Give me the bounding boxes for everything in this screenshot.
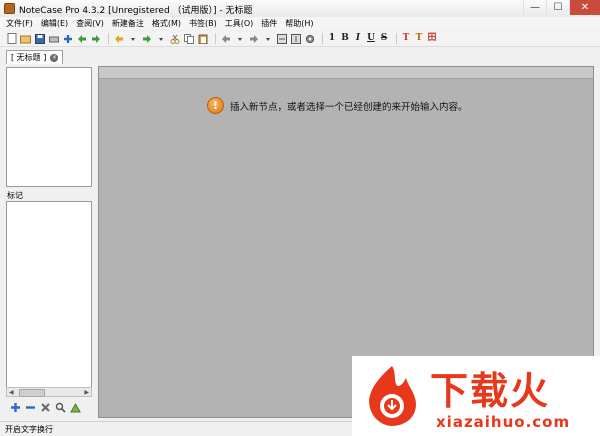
node-tree[interactable] [6, 67, 92, 187]
app-icon [4, 3, 15, 14]
flame-logo-icon [369, 366, 416, 426]
warning-icon: ! [207, 97, 224, 114]
close-button[interactable]: ✕ [569, 0, 600, 15]
remove-tag-icon[interactable] [25, 402, 36, 416]
move-left-dropdown-icon[interactable] [234, 33, 245, 44]
bold-button[interactable]: B [340, 33, 350, 44]
undo-dropdown-icon[interactable] [127, 33, 138, 44]
export-icon[interactable] [276, 33, 287, 44]
tags-label: 标记 [7, 191, 23, 200]
underline-button[interactable]: U [366, 33, 376, 44]
scroll-left-icon[interactable]: ◀ [7, 389, 16, 396]
watermark-brand: 下载火 [430, 369, 551, 413]
tab-close-icon[interactable]: × [50, 53, 59, 62]
menu-plugins[interactable]: 插件 [261, 18, 277, 29]
text-color-button[interactable]: T [401, 33, 411, 44]
print-icon[interactable] [48, 33, 59, 44]
search-tag-icon[interactable] [55, 402, 66, 416]
tab-bar: [ 无标题 ] × [0, 48, 600, 64]
tags-list[interactable] [6, 201, 92, 389]
tags-horizontal-scrollbar[interactable]: ◀ ▶ [6, 387, 92, 397]
toolbar-separator [108, 33, 109, 44]
redo-icon[interactable] [141, 33, 152, 44]
strikethrough-button[interactable]: S [379, 33, 389, 44]
move-right-dropdown-icon[interactable] [262, 33, 273, 44]
menu-file[interactable]: 文件(F) [6, 18, 33, 29]
scroll-thumb[interactable] [19, 389, 45, 397]
window-controls: — ☐ ✕ [523, 0, 600, 16]
text-background-button[interactable]: T [414, 33, 424, 44]
toolbar-separator [322, 33, 323, 44]
tag-filter-icon[interactable] [70, 402, 81, 416]
window-title: NoteCase Pro 4.3.2 [Unregistered （试用版）] … [19, 6, 253, 16]
menu-format[interactable]: 格式(M) [152, 18, 181, 29]
tab-label: [ 无标题 ] [11, 53, 47, 62]
minimize-button[interactable]: — [523, 0, 546, 15]
copy-icon[interactable] [183, 33, 194, 44]
open-folder-icon[interactable] [20, 33, 31, 44]
import-icon[interactable] [290, 33, 301, 44]
paste-icon[interactable] [197, 33, 208, 44]
title-bar: NoteCase Pro 4.3.2 [Unregistered （试用版）] … [0, 0, 600, 18]
menu-new-note[interactable]: 新建备注 [112, 18, 144, 29]
add-node-icon[interactable] [62, 33, 73, 44]
empty-state-text: 插入新节点，或者选择一个已经创建的来开始输入内容。 [230, 101, 468, 113]
add-tag-icon[interactable] [10, 402, 21, 416]
left-panel: 标记 ◀ ▶ [5, 66, 93, 416]
move-left-icon[interactable] [220, 33, 231, 44]
menu-bar: 文件(F) 编辑(E) 查阅(V) 新建备注 格式(M) 书签(B) 工具(O)… [0, 17, 600, 30]
redo-dropdown-icon[interactable] [155, 33, 166, 44]
forward-icon[interactable] [90, 33, 101, 44]
maximize-button[interactable]: ☐ [546, 0, 569, 15]
heading-button[interactable]: 1 [327, 33, 337, 44]
settings-icon[interactable] [304, 33, 315, 44]
watermark-domain: xiazaihuo.com [436, 413, 571, 431]
italic-button[interactable]: I [353, 33, 363, 44]
save-icon[interactable] [34, 33, 45, 44]
editor-ruler [99, 67, 593, 79]
toolbar: 1 B I U S T T 田 [0, 31, 600, 47]
menu-bookmarks[interactable]: 书签(B) [189, 18, 217, 29]
cut-icon[interactable] [169, 33, 180, 44]
tag-tools [10, 402, 81, 416]
menu-view[interactable]: 查阅(V) [76, 18, 104, 29]
watermark-overlay: 下载火 xiazaihuo.com [352, 356, 600, 436]
table-button[interactable]: 田 [427, 33, 437, 44]
delete-tag-icon[interactable] [40, 402, 51, 416]
menu-help[interactable]: 帮助(H) [285, 18, 313, 29]
move-right-icon[interactable] [248, 33, 259, 44]
menu-edit[interactable]: 编辑(E) [41, 18, 68, 29]
empty-state-message: ! 插入新节点，或者选择一个已经创建的来开始输入内容。 [207, 97, 468, 114]
undo-icon[interactable] [113, 33, 124, 44]
new-file-icon[interactable] [6, 33, 17, 44]
menu-tools[interactable]: 工具(O) [225, 18, 254, 29]
toolbar-separator [215, 33, 216, 44]
scroll-right-icon[interactable]: ▶ [82, 389, 91, 396]
status-text: 开启文字换行 [5, 424, 53, 434]
tab-untitled[interactable]: [ 无标题 ] × [6, 50, 64, 64]
toolbar-separator [396, 33, 397, 44]
back-icon[interactable] [76, 33, 87, 44]
